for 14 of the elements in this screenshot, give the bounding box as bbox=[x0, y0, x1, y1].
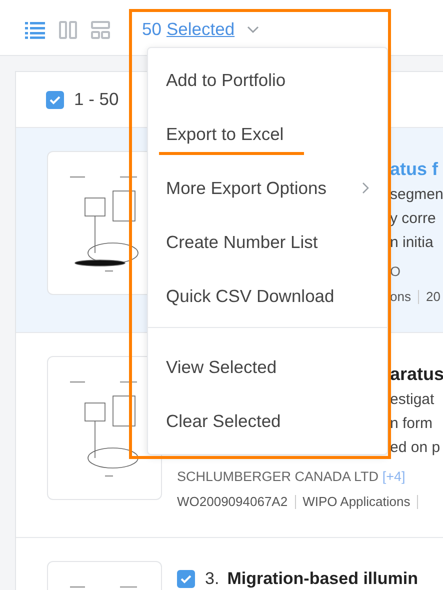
abstract-text: estigat bbox=[390, 390, 436, 410]
abstract-text: n initia bbox=[390, 233, 434, 253]
abstract-text: segmen bbox=[390, 185, 443, 205]
selection-count: 50 bbox=[142, 19, 162, 40]
publication-info: ons bbox=[390, 288, 411, 306]
assignee-name: SCHLUMBERGER CANADA LTD bbox=[177, 469, 379, 484]
assignee-name: O bbox=[390, 264, 401, 279]
results-range: 1 - 50 bbox=[74, 89, 119, 110]
publication-info: WIPO Applications bbox=[302, 493, 410, 511]
publication-info: 20 bbox=[426, 288, 440, 306]
result-number: 3. bbox=[205, 569, 220, 589]
publication-info: WO2009094067A2 bbox=[177, 493, 288, 511]
abstract-text: ed on p bbox=[390, 438, 442, 458]
abstract-text: n form bbox=[390, 414, 434, 434]
